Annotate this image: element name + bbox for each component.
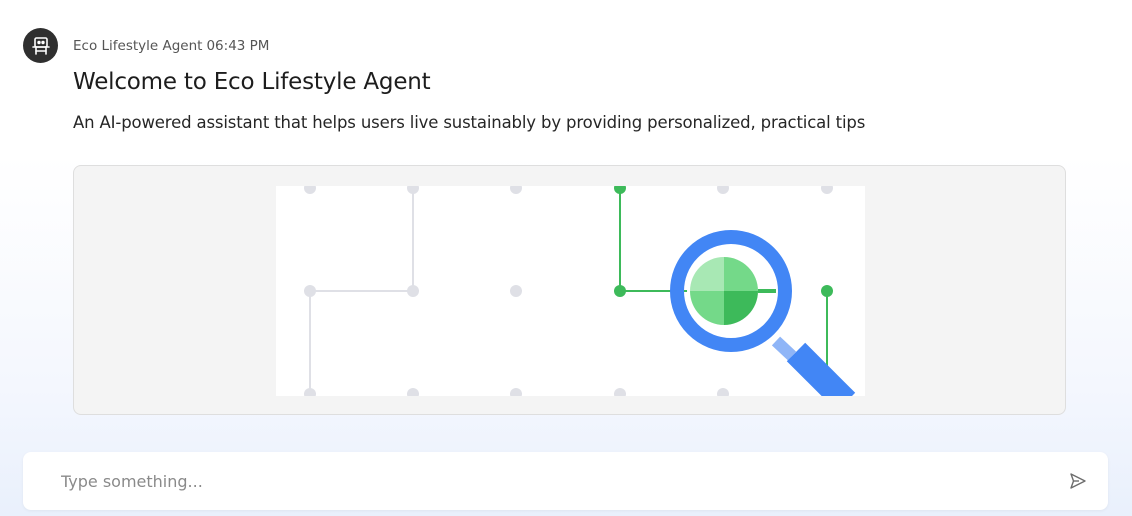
sender-name: Eco Lifestyle Agent — [73, 38, 203, 54]
illustration-svg — [304, 186, 856, 396]
magnifying-glass-network-illustration — [276, 186, 865, 396]
welcome-subtitle: An AI-powered assistant that helps users… — [73, 113, 866, 132]
robot-icon — [31, 36, 50, 55]
message-composer — [23, 452, 1108, 510]
message-input[interactable] — [61, 466, 1041, 496]
send-icon — [1070, 473, 1086, 489]
illustration-card — [73, 165, 1066, 415]
agent-avatar — [23, 28, 58, 63]
message-time: 06:43 PM — [206, 38, 270, 54]
send-button[interactable] — [1068, 471, 1088, 491]
message-meta: Eco Lifestyle Agent 06:43 PM — [73, 38, 273, 54]
welcome-title: Welcome to Eco Lifestyle Agent — [73, 69, 431, 95]
